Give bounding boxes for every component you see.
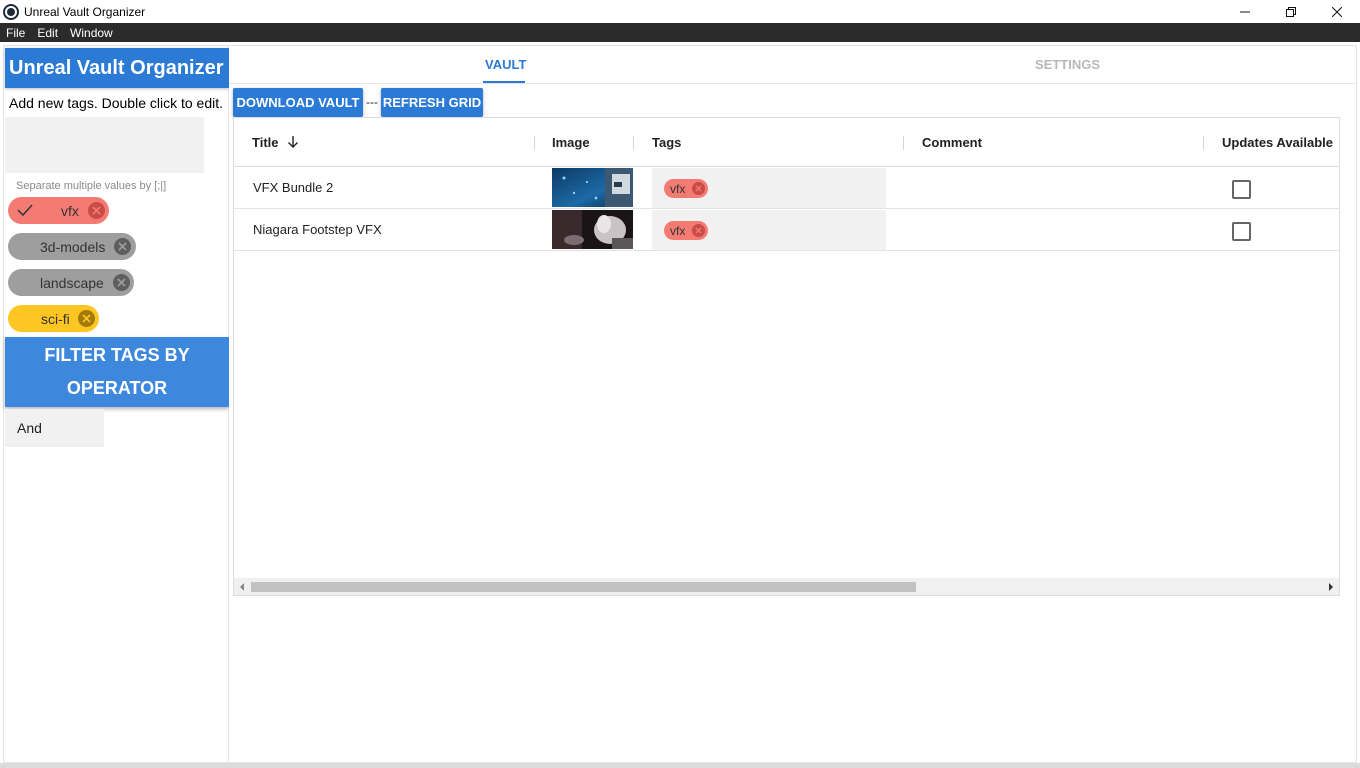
tab-vault[interactable]: VAULT xyxy=(485,57,526,72)
remove-tag-icon[interactable] xyxy=(114,238,131,255)
filter-button-line2: OPERATOR xyxy=(66,378,168,398)
remove-tag-icon[interactable] xyxy=(88,202,105,219)
row-tag-chip-vfx[interactable]: vfx xyxy=(664,221,708,240)
horizontal-scrollbar[interactable] xyxy=(234,578,1339,595)
tag-chip-3d-models[interactable]: 3d-models xyxy=(8,233,136,260)
updates-available-checkbox[interactable] xyxy=(1232,180,1251,199)
grid-header: Title Image Tags Comment Updates Availab… xyxy=(234,118,1339,167)
tag-chip-label: vfx xyxy=(61,202,79,219)
tab-bar: VAULT SETTINGS xyxy=(229,46,1356,84)
check-icon xyxy=(17,204,33,217)
menu-file[interactable]: File xyxy=(0,26,31,40)
tag-chip-sci-fi[interactable]: sci-fi xyxy=(8,305,99,332)
tab-settings[interactable]: SETTINGS xyxy=(1035,57,1100,72)
remove-tag-icon[interactable] xyxy=(78,310,95,327)
row-tag-label: vfx xyxy=(670,223,686,238)
vault-grid: Title Image Tags Comment Updates Availab… xyxy=(233,117,1340,596)
tag-chip-label: 3d-models xyxy=(40,238,106,255)
toolbar-separator: --- xyxy=(366,95,378,109)
refresh-grid-button[interactable]: REFRESH GRID xyxy=(381,88,483,117)
tags-cell[interactable]: vfx xyxy=(652,210,886,250)
sidebar: Unreal Vault Organizer Add new tags. Dou… xyxy=(3,45,229,763)
tag-chip-label: sci-fi xyxy=(41,310,70,327)
asset-thumbnail-image xyxy=(552,210,633,249)
column-divider[interactable] xyxy=(633,136,634,150)
tag-hint: Add new tags. Double click to edit. xyxy=(9,95,224,111)
title-bar: Unreal Vault Organizer xyxy=(0,0,1360,23)
column-header-comment[interactable]: Comment xyxy=(922,135,982,150)
minimize-button[interactable] xyxy=(1222,0,1268,23)
filter-tags-by-operator-button[interactable]: FILTER TAGS BY OPERATOR xyxy=(5,337,229,407)
window-controls xyxy=(1222,0,1360,23)
cell-title: VFX Bundle 2 xyxy=(253,180,334,195)
sidebar-app-title: Unreal Vault Organizer xyxy=(5,48,229,88)
sort-descending-icon[interactable] xyxy=(287,135,299,149)
table-row[interactable]: Niagara Footstep VFX vfx xyxy=(234,209,1339,251)
column-divider[interactable] xyxy=(534,136,535,150)
remove-tag-icon[interactable] xyxy=(692,182,705,195)
tag-chip-label: landscape xyxy=(40,274,104,291)
scroll-left-icon[interactable] xyxy=(240,583,244,591)
close-button[interactable] xyxy=(1314,0,1360,23)
row-tag-label: vfx xyxy=(670,181,686,196)
close-icon xyxy=(1332,6,1342,17)
asset-thumbnail-image xyxy=(552,168,633,207)
tag-chip-landscape[interactable]: landscape xyxy=(8,269,134,296)
scroll-right-icon[interactable] xyxy=(1329,583,1333,591)
minimize-icon xyxy=(1240,11,1250,12)
download-vault-button[interactable]: DOWNLOAD VAULT xyxy=(233,88,363,117)
table-row[interactable]: VFX Bundle 2 vfx xyxy=(234,167,1339,209)
menu-window[interactable]: Window xyxy=(64,26,119,40)
window-bottom-border xyxy=(0,763,1360,768)
scrollbar-thumb[interactable] xyxy=(251,582,916,592)
restore-icon xyxy=(1286,6,1296,17)
new-tag-input[interactable] xyxy=(5,117,204,173)
row-tag-chip-vfx[interactable]: vfx xyxy=(664,179,708,198)
separator-hint: Separate multiple values by [;|] xyxy=(16,180,167,192)
maximize-button[interactable] xyxy=(1268,0,1314,23)
tags-cell[interactable]: vfx xyxy=(652,168,886,208)
column-divider[interactable] xyxy=(903,136,904,150)
column-header-title[interactable]: Title xyxy=(252,135,279,150)
remove-tag-icon[interactable] xyxy=(692,224,705,237)
remove-tag-icon[interactable] xyxy=(113,274,130,291)
updates-available-checkbox[interactable] xyxy=(1232,222,1251,241)
window-title: Unreal Vault Organizer xyxy=(24,4,146,19)
menu-bar: File Edit Window xyxy=(0,23,1360,42)
column-header-tags[interactable]: Tags xyxy=(652,135,681,150)
filter-button-line1: FILTER TAGS BY xyxy=(44,345,190,365)
tag-chip-vfx[interactable]: vfx xyxy=(8,197,109,224)
column-divider[interactable] xyxy=(1203,136,1204,150)
main-panel: VAULT SETTINGS DOWNLOAD VAULT --- REFRES… xyxy=(229,45,1357,763)
menu-edit[interactable]: Edit xyxy=(31,26,64,40)
app-logo-icon xyxy=(3,3,19,20)
active-tab-indicator xyxy=(483,81,525,83)
operator-select[interactable]: And xyxy=(5,409,104,447)
column-header-image[interactable]: Image xyxy=(552,135,590,150)
column-header-updates-available[interactable]: Updates Available xyxy=(1222,135,1333,150)
cell-title: Niagara Footstep VFX xyxy=(253,222,382,237)
